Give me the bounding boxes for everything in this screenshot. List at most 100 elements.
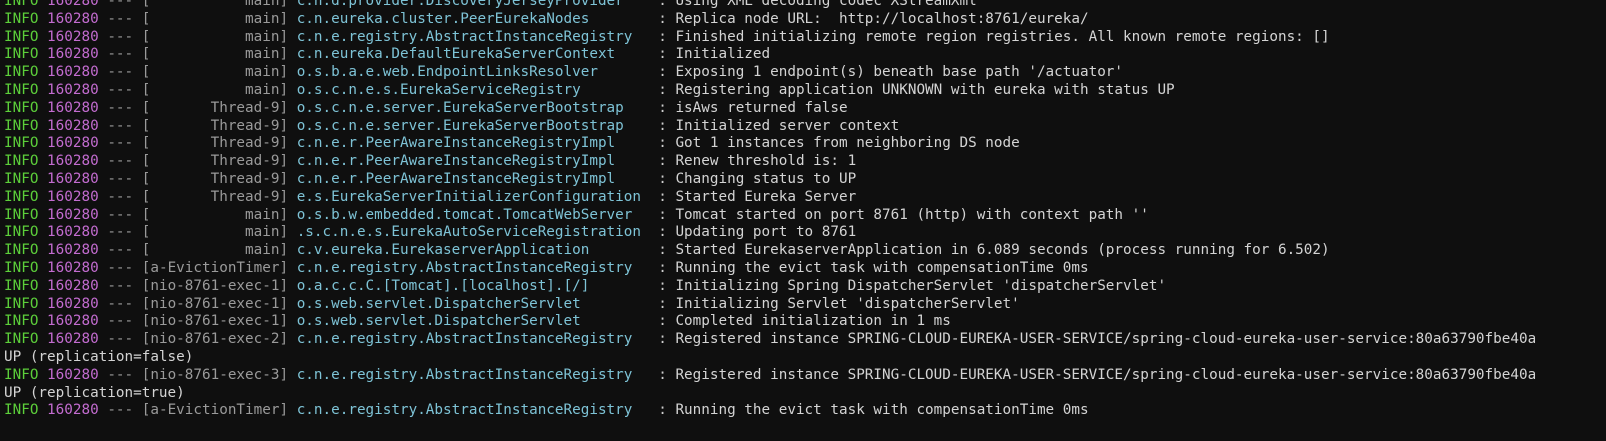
log-logger: e.s.EurekaServerInitializerConfiguration [296, 188, 641, 205]
log-separator: --- [107, 259, 134, 276]
log-separator: --- [107, 188, 134, 205]
log-pid: 160280 [47, 242, 99, 259]
log-logger: c.n.e.registry.AbstractInstanceRegistry [296, 28, 641, 45]
log-message: Completed initialization in 1 ms [675, 313, 951, 330]
log-line-continuation: UP (replication=true) [4, 384, 185, 401]
log-level: INFO [4, 46, 39, 63]
log-thread: [ main] [141, 0, 289, 9]
log-separator: --- [107, 46, 134, 63]
log-message: Started EurekaserverApplication in 6.089… [675, 242, 1330, 259]
log-logger: o.s.c.n.e.s.EurekaServiceRegistry [296, 81, 641, 98]
log-line-continuation: UP (replication=false) [4, 348, 194, 365]
log-thread: [ Thread-9] [141, 135, 289, 152]
log-thread: [ Thread-9] [141, 170, 289, 187]
log-logger: c.n.eureka.DefaultEurekaServerContext [296, 46, 641, 63]
log-logger: c.n.e.r.PeerAwareInstanceRegistryImpl [296, 135, 641, 152]
log-pid: 160280 [47, 99, 99, 116]
log-pid: 160280 [47, 170, 99, 187]
log-level: INFO [4, 117, 39, 134]
log-level: INFO [4, 242, 39, 259]
log-level: INFO [4, 224, 39, 241]
terminal-output[interactable]: INFO 160280 --- [ main] c.n.d.provider.D… [0, 0, 1606, 441]
log-logger: o.s.web.servlet.DispatcherServlet [296, 313, 641, 330]
log-message: Using XML decoding codec XStreamXml [675, 0, 977, 9]
log-message: Registered instance SPRING-CLOUD-EUREKA-… [675, 366, 1537, 383]
log-separator: --- [107, 366, 134, 383]
log-line: INFO 160280 --- [ Thread-9] c.n.e.r.Peer… [4, 170, 857, 187]
log-line: INFO 160280 --- [nio-8761-exec-3] c.n.e.… [4, 366, 1537, 383]
log-pid: 160280 [47, 206, 99, 223]
log-separator: --- [107, 117, 134, 134]
log-logger: .s.c.n.e.s.EurekaAutoServiceRegistration [296, 224, 641, 241]
log-pid: 160280 [47, 10, 99, 27]
log-thread: [ main] [141, 224, 289, 241]
log-thread: [ main] [141, 64, 289, 81]
log-pid: 160280 [47, 259, 99, 276]
log-line: INFO 160280 --- [ Thread-9] c.n.e.r.Peer… [4, 135, 1020, 152]
log-line: INFO 160280 --- [ main] c.n.e.registry.A… [4, 28, 1330, 45]
log-separator: --- [107, 277, 134, 294]
log-pid: 160280 [47, 295, 99, 312]
log-level: INFO [4, 10, 39, 27]
log-level: INFO [4, 170, 39, 187]
log-thread: [nio-8761-exec-1] [141, 277, 289, 294]
log-level: INFO [4, 153, 39, 170]
log-logger: c.n.e.registry.AbstractInstanceRegistry [296, 259, 641, 276]
log-logger: o.s.c.n.e.server.EurekaServerBootstrap [296, 117, 641, 134]
log-line: INFO 160280 --- [nio-8761-exec-2] c.n.e.… [4, 331, 1537, 348]
log-pid: 160280 [47, 135, 99, 152]
log-line: INFO 160280 --- [ Thread-9] o.s.c.n.e.se… [4, 117, 900, 134]
log-pid: 160280 [47, 64, 99, 81]
log-message: Running the evict task with compensation… [675, 402, 1089, 419]
log-line: INFO 160280 --- [ main] c.v.eureka.Eurek… [4, 242, 1330, 259]
log-thread: [ Thread-9] [141, 153, 289, 170]
log-message: Running the evict task with compensation… [675, 259, 1089, 276]
log-logger: c.n.e.registry.AbstractInstanceRegistry [296, 331, 641, 348]
log-level: INFO [4, 81, 39, 98]
log-pid: 160280 [47, 0, 99, 9]
log-separator: --- [107, 10, 134, 27]
log-line: INFO 160280 --- [ main] c.n.d.provider.D… [4, 0, 1604, 11]
log-message: Initializing Servlet 'dispatcherServlet' [675, 295, 1020, 312]
log-line: INFO 160280 --- [a-EvictionTimer] c.n.e.… [4, 259, 1089, 276]
log-line: INFO 160280 --- [a-EvictionTimer] c.n.e.… [4, 402, 1089, 419]
log-separator: --- [107, 206, 134, 223]
log-pid: 160280 [47, 188, 99, 205]
log-thread: [ main] [141, 242, 289, 259]
log-separator: --- [107, 135, 134, 152]
log-level: INFO [4, 64, 39, 81]
log-thread: [ Thread-9] [141, 117, 289, 134]
log-logger: o.s.web.servlet.DispatcherServlet [296, 295, 641, 312]
log-separator: --- [107, 224, 134, 241]
log-thread: [ main] [141, 46, 289, 63]
log-line: INFO 160280 --- [nio-8761-exec-1] o.a.c.… [4, 277, 1167, 294]
log-separator: --- [107, 64, 134, 81]
log-level: INFO [4, 206, 39, 223]
log-message: Tomcat started on port 8761 (http) with … [675, 206, 1149, 223]
log-pid: 160280 [47, 224, 99, 241]
log-separator: --- [107, 295, 134, 312]
log-thread: [ main] [141, 10, 289, 27]
log-message: Changing status to UP [675, 170, 857, 187]
log-pid: 160280 [47, 313, 99, 330]
log-pid: 160280 [47, 366, 99, 383]
log-separator: --- [107, 28, 134, 45]
log-message: Exposing 1 endpoint(s) beneath base path… [675, 64, 1124, 81]
log-thread: [nio-8761-exec-1] [141, 313, 289, 330]
log-pid: 160280 [47, 28, 99, 45]
log-message: Replica node URL: http://localhost:8761/… [675, 10, 1089, 27]
log-line: INFO 160280 --- [nio-8761-exec-1] o.s.we… [4, 313, 951, 330]
log-line: INFO 160280 --- [ main] o.s.b.a.e.web.En… [4, 64, 1124, 81]
log-pid: 160280 [47, 81, 99, 98]
log-line: INFO 160280 --- [nio-8761-exec-1] o.s.we… [4, 295, 1020, 312]
log-separator: --- [107, 153, 134, 170]
log-level: INFO [4, 188, 39, 205]
log-level: INFO [4, 99, 39, 116]
log-thread: [nio-8761-exec-1] [141, 295, 289, 312]
log-thread: [ main] [141, 206, 289, 223]
log-message: Renew threshold is: 1 [675, 153, 857, 170]
log-logger: c.n.d.provider.DiscoveryJerseyProvider [296, 0, 641, 9]
log-level: INFO [4, 135, 39, 152]
log-message: isAws returned false [675, 99, 848, 116]
log-level: INFO [4, 0, 39, 9]
